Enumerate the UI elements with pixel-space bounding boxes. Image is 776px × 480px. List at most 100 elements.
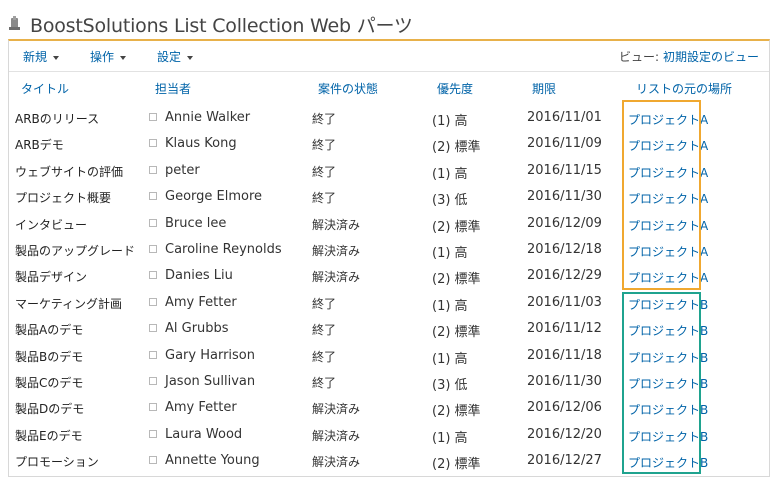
presence-icon: [149, 429, 157, 438]
new-menu[interactable]: 新規: [23, 48, 60, 65]
item-title-link[interactable]: マーケティング計画: [15, 295, 122, 312]
actions-menu-label: 操作: [90, 50, 115, 64]
assignee-name[interactable]: Danies Liu: [165, 268, 233, 283]
source-location-link[interactable]: プロジェクトA: [628, 217, 708, 234]
actions-menu[interactable]: 操作: [90, 48, 127, 65]
priority-cell: (1) 高: [432, 430, 468, 446]
priority-cell: (1) 高: [432, 245, 468, 261]
item-title-link[interactable]: ARBデモ: [15, 136, 64, 153]
assignee-name[interactable]: Bruce lee: [165, 216, 226, 231]
priority-cell: (1) 高: [432, 298, 468, 314]
assignee-name[interactable]: Annette Young: [165, 453, 260, 468]
source-location-link[interactable]: プロジェクトB: [628, 322, 708, 339]
source-location-link[interactable]: プロジェクトA: [628, 111, 708, 128]
view-label: ビュー:: [619, 50, 660, 64]
due-date-cell: 2016/11/09: [527, 136, 602, 152]
table-row: 製品Eのデモ Laura Wood 解決済み (1) 高 2016/12/20 プロジェク…: [9, 421, 769, 447]
assignee-name[interactable]: Gary Harrison: [165, 348, 255, 363]
assignee-cell: Danies Liu: [149, 268, 233, 283]
chevron-down-icon: [120, 55, 127, 60]
item-title-link[interactable]: インタビュー: [15, 216, 87, 233]
webpart-icon: [8, 16, 22, 32]
chevron-down-icon: [187, 55, 194, 60]
chevron-down-icon: [53, 55, 60, 60]
column-header-location[interactable]: リストの元の場所: [636, 80, 732, 97]
source-location-link[interactable]: プロジェクトA: [628, 164, 708, 181]
source-location-link[interactable]: プロジェクトA: [628, 243, 708, 260]
column-header-title[interactable]: タイトル: [21, 80, 69, 97]
assignee-name[interactable]: Amy Fetter: [165, 400, 237, 415]
source-location-link[interactable]: プロジェクトB: [628, 296, 708, 313]
item-title-link[interactable]: 製品Bのデモ: [15, 348, 83, 365]
status-cell: 終了: [312, 375, 337, 390]
table-row: 製品Aのデモ Al Grubbs 終了 (2) 標準 2016/11/12 プロジェクトB: [9, 315, 769, 341]
priority-cell: (2) 標準: [432, 325, 481, 341]
item-title-link[interactable]: 製品Aのデモ: [15, 321, 83, 338]
status-cell: 終了: [312, 138, 337, 153]
status-cell: 終了: [312, 323, 337, 338]
due-date-cell: 2016/11/03: [527, 294, 602, 310]
assignee-name[interactable]: Amy Fetter: [165, 295, 237, 310]
item-title-link[interactable]: 製品デザイン: [15, 268, 87, 285]
table-row: 製品Cのデモ Jason Sullivan 終了 (3) 低 2016/11/30 プロジ…: [9, 368, 769, 394]
page-title: BoostSolutions List Collection Web パーツ: [30, 14, 413, 37]
item-title-link[interactable]: 製品Dのデモ: [15, 400, 84, 417]
assignee-name[interactable]: Annie Walker: [165, 110, 250, 125]
view-selector[interactable]: 初期設定のビュー: [663, 48, 759, 65]
presence-icon: [149, 165, 157, 174]
due-date-cell: 2016/11/15: [527, 162, 602, 178]
due-date-cell: 2016/12/18: [527, 241, 602, 257]
item-title-link[interactable]: 製品のアップグレード: [15, 242, 135, 259]
priority-cell: (1) 高: [432, 114, 468, 129]
item-title-link[interactable]: 製品Eのデモ: [15, 427, 83, 444]
assignee-name[interactable]: Laura Wood: [165, 427, 242, 442]
presence-icon: [149, 218, 157, 227]
source-location-link[interactable]: プロジェクトA: [628, 137, 708, 154]
source-location-link[interactable]: プロジェクトB: [628, 349, 708, 366]
item-title-link[interactable]: 製品Cのデモ: [15, 374, 83, 391]
presence-icon: [149, 297, 157, 306]
assignee-name[interactable]: Caroline Reynolds: [165, 242, 282, 257]
list-collection-webpart: 新規 操作 設定 ビュー: 初期設定のビュー タイトル 担当者 案件の状態 優先…: [8, 39, 770, 477]
assignee-name[interactable]: peter: [165, 163, 200, 178]
item-title-link[interactable]: プロジェクト概要: [15, 189, 111, 206]
status-cell: 終了: [312, 164, 337, 179]
assignee-name[interactable]: Jason Sullivan: [165, 374, 255, 389]
source-location-link[interactable]: プロジェクトA: [628, 190, 708, 207]
table-row: 製品のアップグレード Caroline Reynolds 解決済み (1) 高 2016…: [9, 236, 769, 262]
new-menu-label: 新規: [23, 50, 48, 64]
assignee-cell: Annie Walker: [149, 110, 250, 125]
settings-menu[interactable]: 設定: [157, 48, 194, 65]
item-title-link[interactable]: ウェブサイトの評価: [15, 163, 123, 180]
item-title-link[interactable]: ARBのリリース: [15, 110, 99, 127]
assignee-name[interactable]: Al Grubbs: [165, 321, 229, 336]
status-cell: 解決済み: [312, 402, 361, 417]
assignee-cell: Bruce lee: [149, 216, 226, 231]
column-header-assignee[interactable]: 担当者: [155, 80, 191, 97]
presence-icon: [149, 271, 157, 280]
source-location-link[interactable]: プロジェクトA: [628, 269, 708, 286]
table-row: 製品デザイン Danies Liu 解決済み (2) 標準 2016/12/29 プロジェ…: [9, 262, 769, 288]
status-cell: 終了: [312, 296, 337, 311]
source-location-link[interactable]: プロジェクトB: [628, 454, 708, 471]
column-header-due[interactable]: 期限: [532, 80, 556, 97]
due-date-cell: 2016/12/29: [527, 268, 602, 284]
priority-cell: (3) 低: [432, 193, 468, 209]
presence-icon: [149, 350, 157, 359]
table-row: ウェブサイトの評価 peter 終了 (1) 高 2016/11/15 プロジェクトA: [9, 157, 769, 183]
assignee-cell: Jason Sullivan: [149, 374, 255, 389]
assignee-name[interactable]: George Elmore: [165, 189, 262, 204]
table-row: インタビュー Bruce lee 解決済み (2) 標準 2016/12/09 プロジェク…: [9, 210, 769, 236]
item-title-link[interactable]: プロモーション: [15, 453, 99, 470]
webpart-title-bar: BoostSolutions List Collection Web パーツ: [8, 10, 413, 38]
column-header-status[interactable]: 案件の状態: [318, 80, 378, 97]
source-location-link[interactable]: プロジェクトB: [628, 401, 708, 418]
source-location-link[interactable]: プロジェクトB: [628, 428, 708, 445]
presence-icon: [149, 139, 157, 148]
assignee-cell: Klaus Kong: [149, 136, 237, 151]
assignee-name[interactable]: Klaus Kong: [165, 136, 237, 151]
toolbar: 新規 操作 設定 ビュー: 初期設定のビュー: [9, 41, 769, 72]
column-header-priority[interactable]: 優先度: [437, 80, 473, 97]
priority-cell: (2) 標準: [432, 140, 481, 156]
source-location-link[interactable]: プロジェクトB: [628, 375, 708, 392]
